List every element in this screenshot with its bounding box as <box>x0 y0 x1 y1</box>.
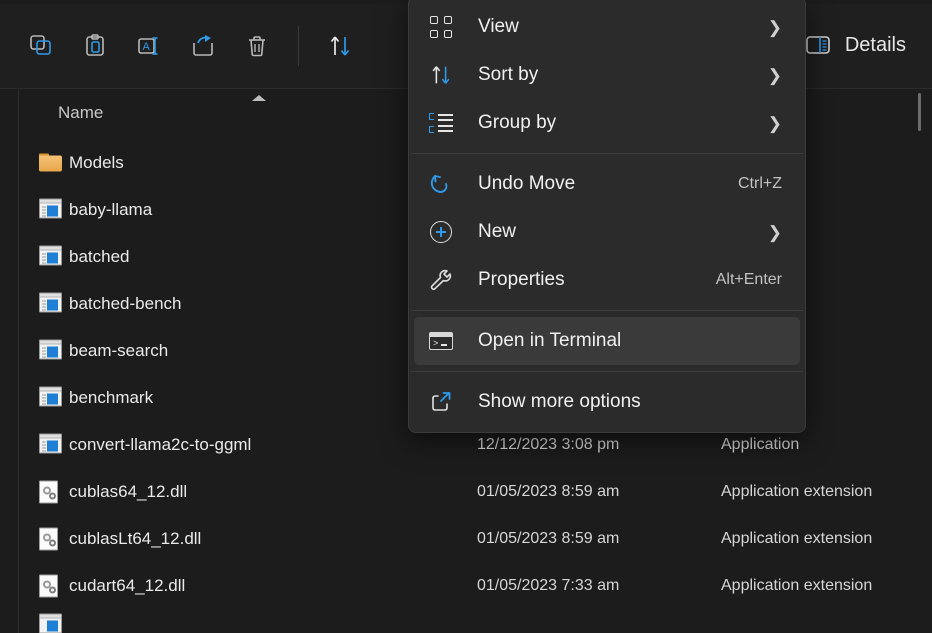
menu-separator <box>411 153 803 154</box>
table-row[interactable]: cublas64_12.dll 01/05/2023 8:59 am Appli… <box>0 468 932 515</box>
file-name: Models <box>69 152 124 172</box>
dll-icon <box>39 574 62 597</box>
menu-item-label: Properties <box>478 269 565 290</box>
column-header-name[interactable]: Name <box>58 103 103 123</box>
menu-item-label: New <box>478 221 517 242</box>
trash-icon <box>249 36 265 57</box>
copy-button[interactable] <box>14 19 68 73</box>
menu-item-new[interactable]: New ❯ <box>414 208 800 256</box>
application-icon <box>39 339 62 362</box>
application-icon <box>39 613 62 633</box>
details-pane-icon <box>806 36 830 54</box>
menu-item-view[interactable]: View ❯ <box>414 3 800 51</box>
share-icon <box>193 35 213 56</box>
menu-separator <box>411 310 803 311</box>
toolbar-left-group: A <box>0 19 367 73</box>
menu-item-show-more-options[interactable]: Show more options <box>414 378 800 426</box>
table-row-partial[interactable] <box>0 609 932 633</box>
file-name: batched <box>69 246 130 266</box>
menu-item-label: View <box>478 16 519 37</box>
rename-icon: A <box>138 37 158 55</box>
file-name: cublasLt64_12.dll <box>69 528 202 548</box>
menu-item-label: Open in Terminal <box>478 330 622 351</box>
menu-item-properties[interactable]: Properties Alt+Enter <box>414 256 800 304</box>
copy-icon <box>30 35 51 55</box>
undo-icon <box>424 172 458 196</box>
wrench-icon <box>424 268 458 292</box>
file-name: batched-bench <box>69 293 182 313</box>
file-name: cublas64_12.dll <box>69 481 188 501</box>
chevron-right-icon: ❯ <box>767 17 782 37</box>
file-name: convert-llama2c-to-ggml <box>69 434 252 454</box>
rename-button[interactable]: A <box>122 19 176 73</box>
toolbar-separator <box>298 26 299 66</box>
menu-item-undo-move[interactable]: Undo Move Ctrl+Z <box>414 160 800 208</box>
details-label: Details <box>844 33 906 56</box>
menu-item-sort-by[interactable]: Sort by ❯ <box>414 51 800 99</box>
details-button[interactable]: Details <box>791 18 920 72</box>
table-row[interactable]: cublasLt64_12.dll 01/05/2023 8:59 am App… <box>0 515 932 562</box>
menu-item-label: Group by <box>478 112 557 133</box>
application-icon <box>39 198 62 221</box>
chevron-right-icon: ❯ <box>767 65 782 85</box>
vertical-scrollbar[interactable] <box>918 89 922 544</box>
dll-icon <box>39 480 62 503</box>
plus-icon <box>424 220 458 244</box>
sort-ascending-indicator <box>252 95 266 101</box>
file-date: 01/05/2023 8:59 am <box>477 529 620 547</box>
folder-icon <box>39 151 62 174</box>
file-type: Application extension <box>721 482 873 500</box>
file-name: benchmark <box>69 387 154 407</box>
file-type: Application extension <box>721 529 873 547</box>
grid-icon <box>424 15 458 39</box>
file-date: 12/12/2023 3:08 pm <box>477 435 620 453</box>
svg-text:A: A <box>143 41 151 53</box>
file-type: Application extension <box>721 576 873 594</box>
chevron-right-icon: ❯ <box>767 113 782 133</box>
table-row[interactable]: cudart64_12.dll 01/05/2023 7:33 am Appli… <box>0 562 932 609</box>
file-date: 01/05/2023 7:33 am <box>477 576 620 594</box>
chevron-right-icon: ❯ <box>767 222 782 242</box>
menu-item-open-in-terminal[interactable]: > Open in Terminal <box>414 317 800 365</box>
application-icon <box>39 292 62 315</box>
file-explorer-window: A Details Name Models baby-llama batched… <box>0 0 932 633</box>
application-icon <box>39 433 62 456</box>
terminal-icon: > <box>424 329 458 353</box>
application-icon <box>39 386 62 409</box>
paste-button[interactable] <box>68 19 122 73</box>
file-name: baby-llama <box>69 199 153 219</box>
paste-icon <box>86 34 104 56</box>
menu-item-label: Sort by <box>478 64 539 85</box>
sort-button[interactable] <box>313 19 367 73</box>
share-button[interactable] <box>176 19 230 73</box>
dll-icon <box>39 527 62 550</box>
file-date: 01/05/2023 8:59 am <box>477 482 620 500</box>
delete-button[interactable] <box>230 19 284 73</box>
menu-item-label: Show more options <box>478 391 641 412</box>
file-name: cudart64_12.dll <box>69 575 186 595</box>
menu-item-accelerator: Ctrl+Z <box>738 175 782 192</box>
scrollbar-thumb[interactable] <box>918 93 921 131</box>
file-name: beam-search <box>69 340 169 360</box>
sort-icon <box>330 36 350 56</box>
group-icon <box>424 111 458 135</box>
menu-item-accelerator: Alt+Enter <box>715 271 782 288</box>
sort-icon <box>424 63 458 87</box>
file-type: Application <box>721 435 800 453</box>
application-icon <box>39 245 62 268</box>
menu-item-label: Undo Move <box>478 173 576 194</box>
menu-item-group-by[interactable]: Group by ❯ <box>414 99 800 147</box>
more-options-icon <box>424 390 458 414</box>
menu-separator <box>411 371 803 372</box>
context-menu: View ❯ Sort by ❯ Group by ❯ Undo Move Ct… <box>408 0 806 433</box>
